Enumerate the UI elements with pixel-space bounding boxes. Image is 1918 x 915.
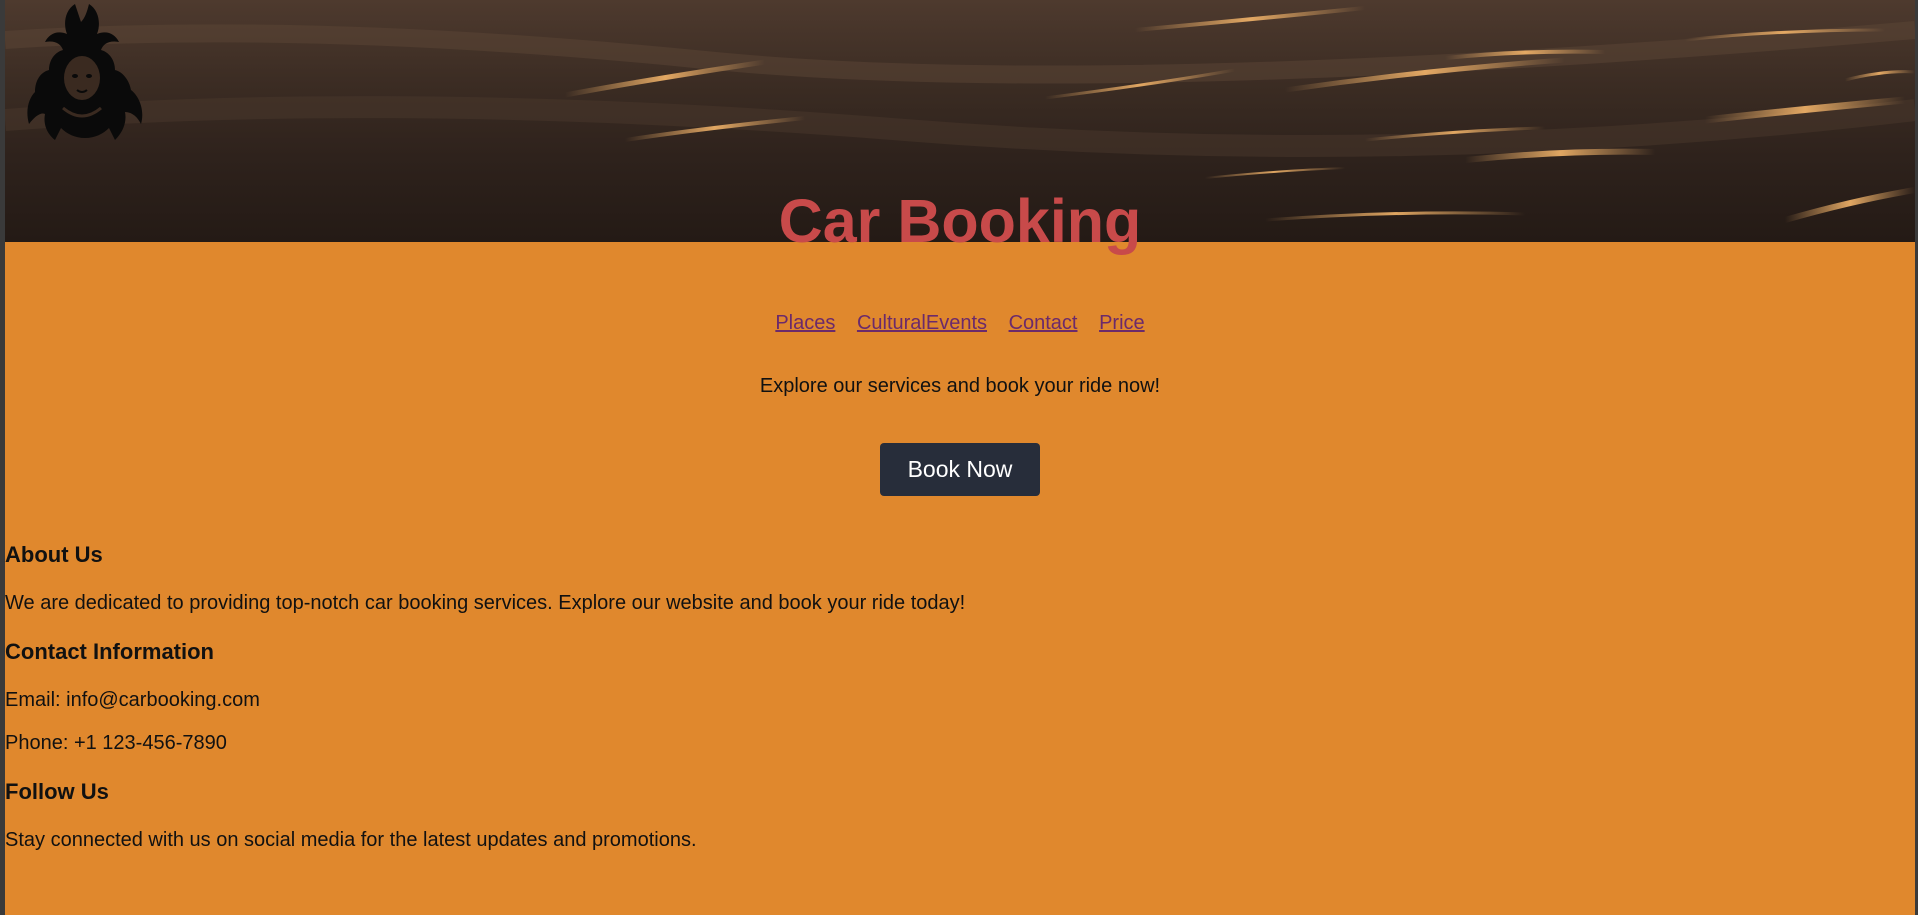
nav-link-price[interactable]: Price (1099, 312, 1145, 334)
nav-link-contact[interactable]: Contact (1009, 312, 1078, 334)
nav-link-places[interactable]: Places (775, 312, 835, 334)
deity-silhouette-icon (27, 4, 143, 140)
page-title: Car Booking (778, 187, 1142, 255)
contact-heading: Contact Information (5, 639, 214, 664)
page: Car Booking Places CulturalEvents Contac… (5, 0, 1915, 915)
about-heading: About Us (5, 542, 103, 567)
contact-email: Email: info@carbooking.com (5, 689, 260, 711)
main-nav: Places CulturalEvents Contact Price (5, 310, 1915, 336)
nav-link-cultural-events[interactable]: CulturalEvents (857, 312, 987, 334)
contact-phone: Phone: +1 123-456-7890 (5, 732, 227, 754)
follow-text: Stay connected with us on social media f… (5, 829, 697, 851)
book-now-button[interactable]: Book Now (880, 443, 1040, 496)
tagline: Explore our services and book your ride … (759, 375, 1161, 397)
about-text: We are dedicated to providing top-notch … (5, 592, 966, 614)
follow-heading: Follow Us (5, 779, 109, 804)
